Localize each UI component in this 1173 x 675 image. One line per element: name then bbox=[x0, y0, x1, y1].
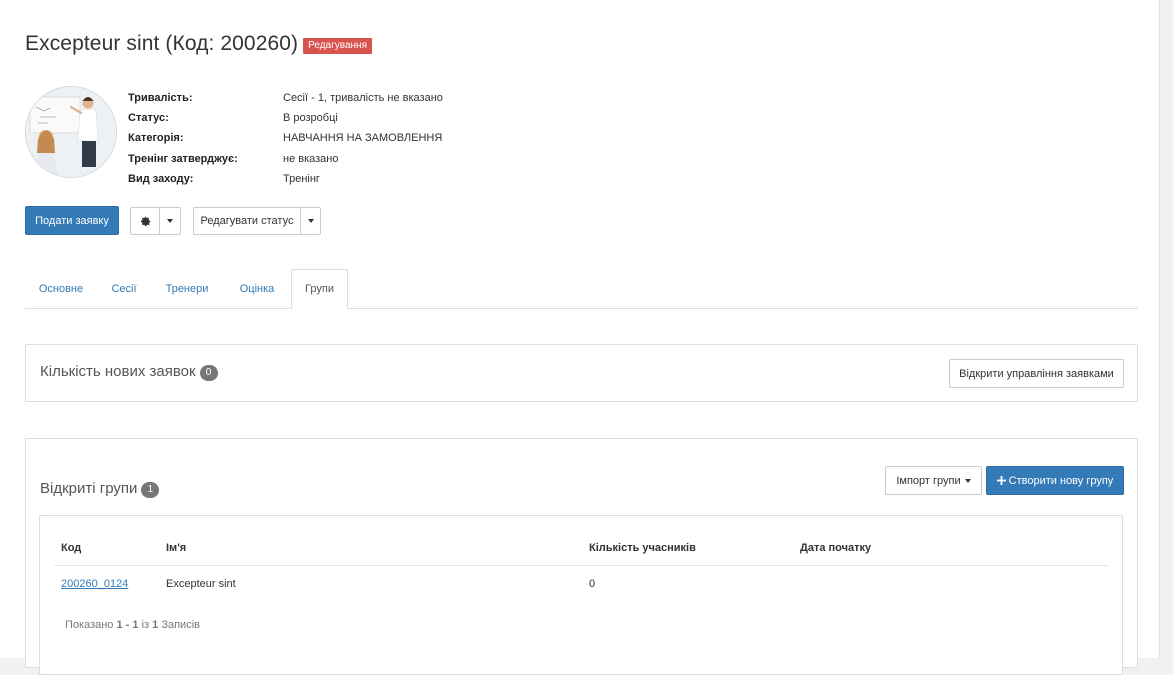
caret-down-icon bbox=[167, 219, 173, 223]
page: Excepteur sint (Код: 200260) Редагування… bbox=[0, 0, 1160, 675]
tab-main[interactable]: Основне bbox=[25, 269, 97, 308]
tabs-bar: Основне Сесії Тренери Оцінка Групи bbox=[25, 269, 1138, 309]
tab-evaluation[interactable]: Оцінка bbox=[223, 269, 291, 308]
column-header-participants[interactable]: Кількість учасників bbox=[589, 542, 696, 554]
tab-sessions[interactable]: Сесії bbox=[97, 269, 151, 308]
plus-icon bbox=[996, 476, 1006, 485]
group-participants: 0 bbox=[589, 578, 596, 590]
open-groups-title-text: Відкриті групи bbox=[40, 480, 138, 497]
caret-down-icon bbox=[307, 219, 314, 223]
open-groups-title: Відкриті групи 1 bbox=[40, 480, 160, 498]
info-value: В розробці bbox=[283, 112, 338, 125]
group-code-link[interactable]: 200260_0124 bbox=[61, 578, 128, 590]
tab-groups[interactable]: Групи bbox=[291, 269, 348, 309]
training-photo bbox=[26, 87, 116, 177]
page-title: Excepteur sint (Код: 200260) bbox=[25, 32, 299, 55]
settings-button[interactable] bbox=[130, 207, 160, 235]
info-label: Тренінг затверджує: bbox=[128, 152, 238, 165]
page-header: Excepteur sint (Код: 200260) Редагування bbox=[25, 32, 372, 56]
new-requests-title-text: Кількість нових заявок bbox=[40, 363, 196, 380]
settings-dropdown-toggle[interactable] bbox=[159, 207, 181, 235]
info-row-category: Категорія: НАВЧАННЯ НА ЗАМОВЛЕННЯ bbox=[128, 128, 443, 148]
info-value: Сесії - 1, тривалість не вказано bbox=[283, 92, 443, 105]
column-header-name[interactable]: Ім'я bbox=[166, 542, 186, 554]
info-label: Тривалість: bbox=[128, 92, 193, 105]
new-requests-panel: Кількість нових заявок 0 Відкрити управл… bbox=[25, 344, 1138, 402]
column-header-start-date[interactable]: Дата початку bbox=[800, 542, 871, 554]
summary-suffix: Записів bbox=[161, 619, 200, 631]
info-value: НАВЧАННЯ НА ЗАМОВЛЕННЯ bbox=[283, 132, 443, 145]
summary-prefix: Показано bbox=[65, 619, 114, 631]
edit-status-button[interactable]: Редагувати статус bbox=[193, 207, 301, 235]
gear-icon bbox=[140, 216, 150, 226]
caret-down-icon bbox=[964, 478, 971, 483]
column-header-code[interactable]: Код bbox=[61, 542, 81, 554]
info-row-duration: Тривалість: Сесії - 1, тривалість не вка… bbox=[128, 88, 443, 108]
info-row-event-type: Вид заходу: Тренінг bbox=[128, 169, 443, 189]
info-value: не вказано bbox=[283, 152, 339, 165]
info-value: Тренінг bbox=[283, 172, 320, 185]
training-avatar bbox=[25, 86, 117, 178]
edit-status-dropdown-toggle[interactable] bbox=[300, 207, 321, 235]
info-label: Статус: bbox=[128, 112, 169, 125]
open-requests-management-button[interactable]: Відкрити управління заявками bbox=[949, 359, 1124, 388]
create-group-button[interactable]: Створити нову групу bbox=[986, 466, 1124, 495]
table-header-divider bbox=[54, 565, 1109, 566]
training-info: Тривалість: Сесії - 1, тривалість не вка… bbox=[128, 88, 443, 189]
import-group-label: Імпорт групи bbox=[896, 474, 961, 487]
status-badge: Редагування bbox=[303, 37, 372, 54]
tab-trainers[interactable]: Тренери bbox=[151, 269, 223, 308]
new-requests-count-badge: 0 bbox=[199, 364, 218, 381]
import-group-button[interactable]: Імпорт групи bbox=[885, 466, 982, 495]
new-requests-title: Кількість нових заявок 0 bbox=[40, 363, 218, 381]
info-row-status: Статус: В розробці bbox=[128, 108, 443, 128]
create-group-label: Створити нову групу bbox=[1008, 474, 1114, 487]
open-groups-count-badge: 1 bbox=[141, 481, 160, 498]
info-label: Категорія: bbox=[128, 132, 184, 145]
summary-total: 1 bbox=[152, 619, 159, 631]
summary-range: 1 - 1 bbox=[116, 619, 139, 631]
groups-table-box bbox=[39, 515, 1123, 675]
info-row-approver: Тренінг затверджує: не вказано bbox=[128, 149, 443, 169]
group-name: Excepteur sint bbox=[166, 578, 236, 590]
summary-of: із bbox=[141, 619, 150, 631]
apply-button[interactable]: Подати заявку bbox=[25, 206, 119, 235]
info-label: Вид заходу: bbox=[128, 172, 194, 185]
table-summary: Показано 1 - 1 із 1 Записів bbox=[65, 619, 200, 631]
